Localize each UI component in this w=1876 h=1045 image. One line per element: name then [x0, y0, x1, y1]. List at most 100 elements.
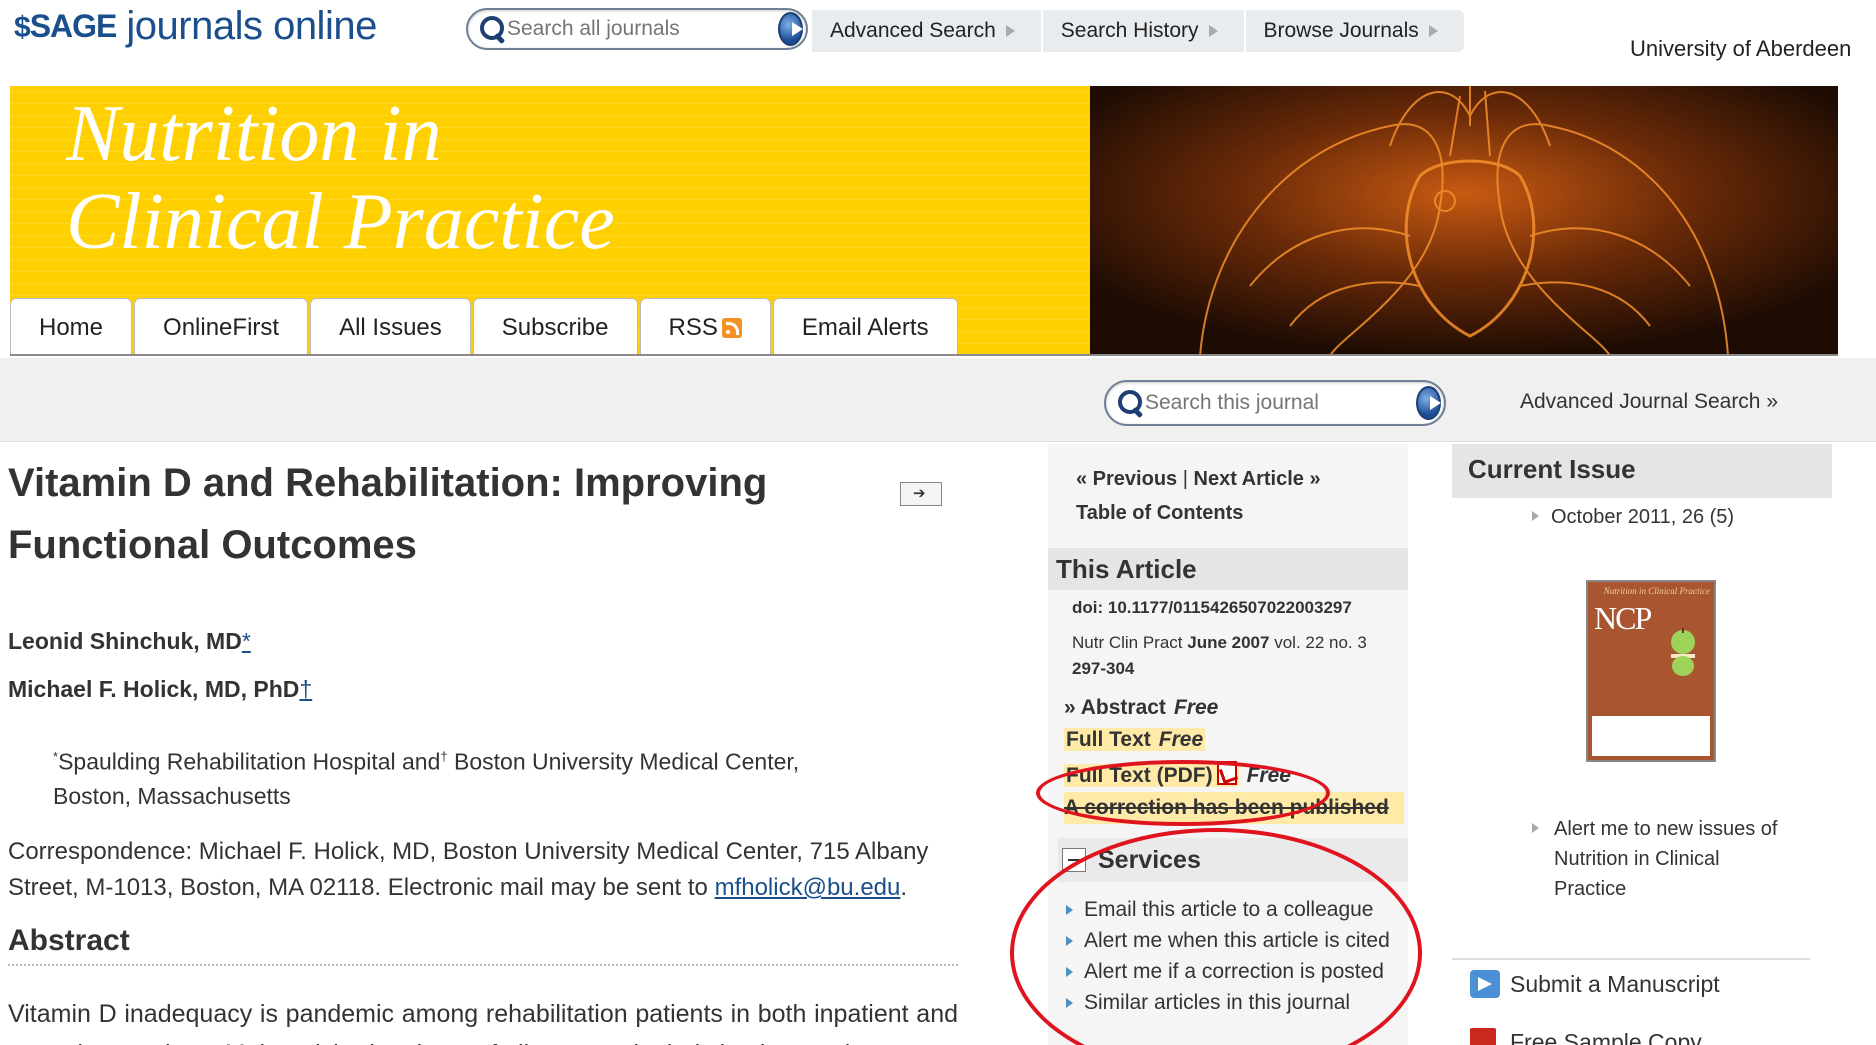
arrow-right-icon	[1428, 25, 1438, 37]
current-issue-label: October 2011, 26 (5)	[1551, 506, 1735, 528]
tab-subscribe[interactable]: Subscribe	[472, 298, 638, 356]
alert-cited-link[interactable]: Alert me when this article is cited	[1064, 925, 1404, 956]
citation: Nutr Clin Pract June 2007 vol. 22 no. 3 …	[1072, 630, 1392, 682]
arrow-right-icon	[1532, 823, 1539, 833]
cover-footer	[1592, 716, 1710, 756]
journal-title-line1: Nutrition in	[66, 90, 442, 178]
submit-arrow-icon	[1470, 970, 1500, 998]
free-sample-copy-label: Free Sample Copy	[1510, 1028, 1702, 1045]
cover-apple-graphic	[1671, 628, 1695, 676]
search-icon	[1116, 388, 1142, 418]
abstract-text: Vitamin D inadequacy is pandemic among r…	[8, 1000, 958, 1045]
current-issue-heading: Current Issue	[1452, 444, 1832, 498]
similar-articles-link[interactable]: Similar articles in this journal	[1064, 987, 1404, 1018]
tab-rss[interactable]: RSS	[639, 298, 771, 356]
search-go-button[interactable]	[778, 12, 803, 46]
free-badge: Free	[1246, 764, 1291, 787]
tab-subscribe-label: Subscribe	[501, 313, 609, 341]
table-of-contents-link[interactable]: Table of Contents	[1076, 496, 1321, 530]
current-issue-link[interactable]: October 2011, 26 (5)	[1532, 506, 1734, 529]
advanced-journal-search-link[interactable]: Advanced Journal Search »	[1520, 390, 1778, 414]
advanced-search-label: Advanced Search	[830, 19, 996, 42]
article-navigation: « Previous | Next Article » Table of Con…	[1076, 462, 1321, 530]
correspondence-trail: .	[900, 874, 908, 901]
abstract-heading: Abstract	[8, 924, 130, 957]
article-title: Vitamin D and Rehabilitation: Improving …	[8, 461, 768, 567]
email-link[interactable]: mfholick@bu.edu	[715, 874, 901, 901]
arrow-right-icon	[1532, 511, 1539, 521]
search-journal-box	[1104, 380, 1446, 426]
free-badge: Free	[1158, 728, 1204, 751]
free-sample-copy-link[interactable]: Free Sample Copy	[1470, 1028, 1702, 1045]
browse-journals-link[interactable]: Browse Journals	[1246, 10, 1466, 52]
full-text-link-row: Full Text Free	[1064, 724, 1404, 756]
abstract-link-row: » Abstract Free	[1064, 692, 1404, 724]
sage-logo-mark: $SAGE	[14, 7, 117, 44]
tab-onlinefirst[interactable]: OnlineFirst	[134, 298, 309, 356]
services-list: Email this article to a colleague Alert …	[1064, 894, 1404, 1018]
journal-cover-thumbnail[interactable]: Nutrition in Clinical Practice NCP	[1586, 580, 1716, 762]
tab-onlinefirst-label: OnlineFirst	[163, 313, 280, 341]
search-history-link[interactable]: Search History	[1043, 10, 1246, 52]
tab-all-issues-label: All Issues	[339, 313, 442, 341]
journal-title-line2: Clinical Practice	[66, 178, 615, 266]
citation-pages: 297-304	[1072, 659, 1135, 678]
full-text-link[interactable]: Full Text Free	[1064, 728, 1206, 751]
arrow-right-icon	[1005, 25, 1015, 37]
top-nav: Advanced Search Search History Browse Jo…	[812, 10, 1466, 52]
full-text-pdf-label: Full Text (PDF)	[1066, 764, 1213, 787]
email-article-link[interactable]: Email this article to a colleague	[1064, 894, 1404, 925]
citation-volume: vol. 22 no. 3	[1269, 633, 1367, 652]
search-all-journals-input[interactable]	[507, 17, 778, 41]
alert-new-issues-link[interactable]: Alert me to new issues of Nutrition in C…	[1532, 814, 1792, 904]
submit-manuscript-label: Submit a Manuscript	[1510, 970, 1720, 997]
advanced-search-link[interactable]: Advanced Search	[812, 10, 1043, 52]
author-2-affil-link[interactable]: †	[299, 676, 312, 702]
correction-notice[interactable]: A correction has been published	[1064, 792, 1404, 824]
full-text-pdf-link[interactable]: Full Text (PDF)	[1064, 761, 1239, 787]
tab-home[interactable]: Home	[10, 298, 133, 356]
tab-email-alerts[interactable]: Email Alerts	[772, 298, 958, 356]
browse-journals-label: Browse Journals	[1263, 19, 1419, 42]
citation-journal: Nutr Clin Pract	[1072, 633, 1188, 652]
journal-tabs: Home OnlineFirst All Issues Subscribe RS…	[10, 298, 960, 356]
search-journal-input[interactable]	[1145, 391, 1416, 415]
services-label: Services	[1098, 845, 1201, 874]
tab-all-issues[interactable]: All Issues	[310, 298, 471, 356]
next-article-link[interactable]: Next Article »	[1194, 468, 1321, 490]
citation-date: June 2007	[1187, 633, 1270, 652]
book-icon	[1470, 1028, 1496, 1045]
tab-rss-label: RSS	[668, 313, 718, 341]
banner-heart-image	[1090, 86, 1838, 356]
sage-logo[interactable]: $SAGE journals online	[14, 4, 377, 48]
search-icon	[478, 14, 504, 44]
tab-email-alerts-label: Email Alerts	[801, 313, 929, 341]
article-access-links: » Abstract Free Full Text Free Full Text (…	[1064, 692, 1404, 824]
author-1: Leonid Shinchuk, MD*	[8, 628, 251, 655]
search-history-label: Search History	[1060, 19, 1199, 42]
cover-ncp: NCP	[1594, 600, 1652, 636]
submit-manuscript-link[interactable]: Submit a Manuscript	[1470, 970, 1720, 998]
full-text-label: Full Text	[1066, 728, 1151, 751]
abstract-link[interactable]: » Abstract	[1064, 696, 1166, 719]
arrow-right-icon	[1208, 25, 1218, 37]
institution-name: University of Aberdeen	[1630, 36, 1852, 61]
search-journal-go-button[interactable]	[1416, 386, 1441, 420]
alert-new-issues-label: Alert me to new issues of Nutrition in C…	[1554, 818, 1778, 900]
affiliations: *Spaulding Rehabilitation Hospital and† …	[53, 740, 873, 813]
affil-mark-2: †	[440, 749, 448, 764]
alert-correction-link[interactable]: Alert me if a correction is posted	[1064, 956, 1404, 987]
author-1-affil-link[interactable]: *	[242, 628, 251, 654]
doi: doi: 10.1177/0115426507022003297	[1072, 598, 1352, 617]
expand-arrow-button[interactable]	[900, 482, 942, 506]
author-2-name: Michael F. Holick, MD, PhD	[8, 676, 300, 702]
author-1-name: Leonid Shinchuk, MD	[8, 628, 242, 654]
this-article-heading: This Article	[1048, 548, 1408, 590]
previous-article-link[interactable]: « Previous	[1076, 468, 1177, 490]
journal-title: Nutrition in Clinical Practice	[66, 90, 615, 266]
services-heading[interactable]: Services	[1058, 838, 1408, 882]
rss-icon	[721, 317, 742, 338]
collapse-icon[interactable]	[1062, 848, 1086, 872]
banner-divider	[10, 354, 1838, 356]
article-header: Vitamin D and Rehabilitation: Improving …	[8, 452, 958, 576]
